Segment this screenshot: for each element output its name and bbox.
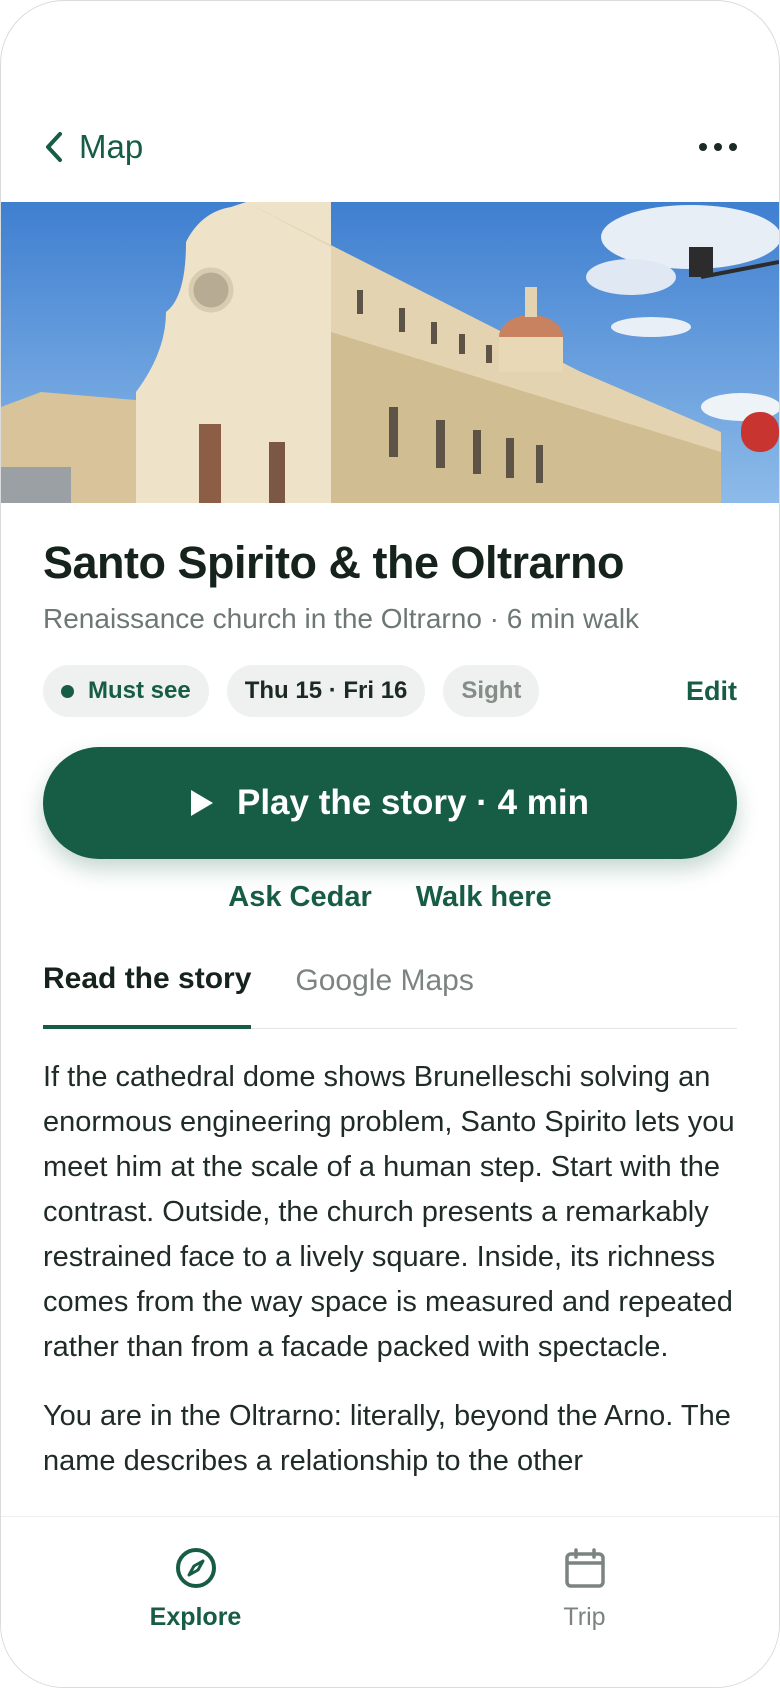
play-story-button[interactable]: Play the story · 4 min	[43, 747, 737, 859]
top-nav: Map	[43, 119, 737, 175]
calendar-icon	[564, 1548, 605, 1588]
story-text: If the cathedral dome shows Brunelleschi…	[43, 1055, 737, 1484]
place-subtitle: Renaissance church in the Oltrarno · 6 m…	[43, 603, 640, 634]
place-content: Santo Spirito & the Oltrarno Renaissance…	[43, 503, 737, 1508]
tab-read-story[interactable]: Read the story	[43, 962, 252, 1029]
chevron-left-icon	[46, 132, 62, 162]
walk-here-link[interactable]: Walk here	[416, 881, 552, 914]
hero-image	[1, 202, 779, 503]
tab-google-maps[interactable]: Google Maps	[295, 962, 473, 1030]
dates-chip[interactable]: Thu 15 · Fri 16	[226, 665, 426, 717]
back-button[interactable]: Map	[43, 128, 143, 166]
edit-button[interactable]: Edit	[686, 676, 737, 707]
story-paragraph: You are in the Oltrarno: literally, beyo…	[43, 1400, 731, 1477]
play-icon	[190, 790, 213, 816]
content-tabs: Read the story Google Maps	[43, 962, 737, 1029]
phone-frame: Map Santo Spirito & the Oltrarno Renaiss…	[0, 0, 780, 1688]
dot-icon	[61, 684, 74, 698]
tab-explore-label: Explore	[149, 1603, 242, 1631]
ask-cedar-link[interactable]: Ask Cedar	[228, 881, 371, 914]
more-icon[interactable]	[699, 143, 737, 151]
bottom-tab-bar: Explore Trip	[1, 1517, 779, 1687]
chips-row: Must see Thu 15 · Fri 16 Sight Edit	[43, 665, 737, 717]
category-chip[interactable]: Sight	[443, 665, 540, 717]
back-label: Map	[79, 128, 144, 165]
place-title: Santo Spirito & the Oltrarno	[43, 537, 625, 588]
tab-trip-label: Trip	[563, 1603, 606, 1631]
story-paragraph: If the cathedral dome shows Brunelleschi…	[43, 1061, 735, 1363]
must-see-chip[interactable]: Must see	[43, 665, 209, 717]
tab-explore[interactable]: Explore	[1, 1517, 390, 1687]
tab-trip[interactable]: Trip	[390, 1517, 779, 1687]
secondary-actions: Ask Cedar Walk here	[43, 881, 737, 914]
compass-icon	[175, 1548, 216, 1588]
must-see-label: Must see	[88, 677, 191, 704]
play-label: Play the story · 4 min	[236, 783, 590, 822]
